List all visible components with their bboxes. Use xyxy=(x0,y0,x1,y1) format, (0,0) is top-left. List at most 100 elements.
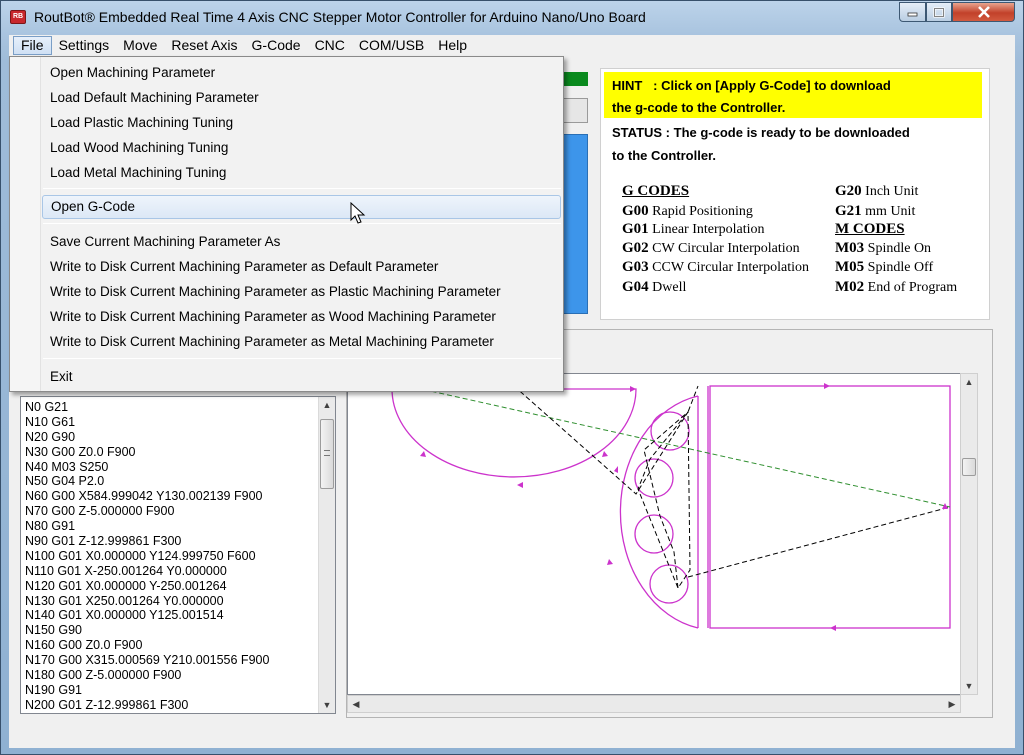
gcode-line[interactable]: N0 G21 xyxy=(25,400,269,415)
gcode-line[interactable]: N60 G00 X584.999042 Y130.002139 F900 xyxy=(25,489,269,504)
menu-settings[interactable]: Settings xyxy=(52,36,117,55)
scroll-thumb[interactable] xyxy=(320,419,334,489)
direction-arrow xyxy=(614,466,618,473)
gcode-line[interactable]: N50 G04 P2.0 xyxy=(25,474,269,489)
control-button[interactable] xyxy=(561,98,588,123)
gcode-line[interactable]: N110 G01 X-250.001264 Y0.000000 xyxy=(25,564,269,579)
app-window: RB RoutBot® Embedded Real Time 4 Axis CN… xyxy=(0,0,1024,755)
gcode-listing[interactable]: N0 G21 N10 G61 N20 G90 N30 G00 Z0.0 F900 N40… xyxy=(20,396,336,714)
maximize-icon xyxy=(933,6,945,18)
menu-item-exit[interactable]: Exit xyxy=(50,365,73,389)
gcode-line[interactable]: N140 G01 X0.000000 Y125.001514 xyxy=(25,608,269,623)
menu-icon-gutter xyxy=(10,57,41,391)
status-line-2: to the Controller. xyxy=(612,148,716,163)
close-button[interactable] xyxy=(952,2,1015,22)
direction-arrow xyxy=(420,451,426,457)
minimize-icon xyxy=(907,12,917,17)
menu-help[interactable]: Help xyxy=(431,36,474,55)
code-entry: G21 mm Unit xyxy=(835,203,916,219)
hint-line-2: the g-code to the Controller. xyxy=(612,100,786,115)
g-codes-header: G CODES xyxy=(622,183,690,199)
gcode-line[interactable]: N150 G90 xyxy=(25,623,269,638)
menu-move[interactable]: Move xyxy=(116,36,164,55)
gcode-line[interactable]: N130 G01 X250.001264 Y0.000000 xyxy=(25,594,269,609)
travel-path xyxy=(687,506,951,578)
code-entry: M05 Spindle Off xyxy=(835,259,934,275)
menu-item-open-machining-parameter[interactable]: Open Machining Parameter xyxy=(50,61,215,85)
gcode-line[interactable]: N120 G01 X0.000000 Y-250.001264 xyxy=(25,579,269,594)
code-entry: G00 Rapid Positioning xyxy=(622,203,753,219)
menu-item-load-wood-tuning[interactable]: Load Wood Machining Tuning xyxy=(50,136,228,160)
control-panel xyxy=(561,134,588,314)
gcode-line[interactable]: N80 G91 xyxy=(25,519,269,534)
gcode-line[interactable]: N200 G01 Z-12.999861 F300 xyxy=(25,698,269,713)
preview-vertical-scrollbar[interactable]: ▲ ▼ xyxy=(960,373,978,695)
preview-horizontal-scrollbar[interactable]: ◀ ▶ xyxy=(347,695,961,713)
rapid-move-path xyxy=(407,385,951,508)
gcode-scrollbar[interactable]: ▲ ▼ xyxy=(318,397,335,713)
status-line-1: STATUS : The g-code is ready to be downl… xyxy=(612,125,910,140)
menu-item-load-default-parameter[interactable]: Load Default Machining Parameter xyxy=(50,86,259,110)
scroll-thumb[interactable] xyxy=(962,458,976,476)
toolpath-drawing xyxy=(391,383,951,631)
m-codes-header: M CODES xyxy=(835,221,905,237)
gcode-line[interactable]: N180 G00 Z-5.000000 F900 xyxy=(25,668,269,683)
gcode-line[interactable]: N70 G00 Z-5.000000 F900 xyxy=(25,504,269,519)
scroll-up-arrow-icon[interactable]: ▲ xyxy=(319,397,335,413)
menu-item-write-plastic-parameter[interactable]: Write to Disk Current Machining Paramete… xyxy=(50,280,501,304)
hole-toolpath xyxy=(634,514,674,554)
window-title: RoutBot® Embedded Real Time 4 Axis CNC S… xyxy=(34,9,646,25)
menu-item-open-g-code[interactable]: Open G-Code xyxy=(42,195,561,219)
menu-item-save-parameter-as[interactable]: Save Current Machining Parameter As xyxy=(50,230,280,254)
square-toolpath xyxy=(709,385,951,629)
direction-arrow xyxy=(607,559,613,565)
direction-arrow xyxy=(630,386,636,392)
menu-com-usb[interactable]: COM/USB xyxy=(352,36,431,55)
gcode-line[interactable]: N190 G91 xyxy=(25,683,269,698)
menu-item-load-metal-tuning[interactable]: Load Metal Machining Tuning xyxy=(50,161,226,185)
status-text: STATUS : The g-code is ready to be downl… xyxy=(612,121,982,167)
menu-file[interactable]: File xyxy=(13,36,52,55)
half-circle-toolpath xyxy=(391,388,637,478)
gcode-line[interactable]: N90 G01 Z-12.999861 F300 xyxy=(25,534,269,549)
menu-reset-axis[interactable]: Reset Axis xyxy=(164,36,244,55)
hint-banner: HINT : Click on [Apply G-Code] to downlo… xyxy=(604,72,982,118)
menu-item-write-wood-parameter[interactable]: Write to Disk Current Machining Paramete… xyxy=(50,305,496,329)
scroll-down-arrow-icon[interactable]: ▼ xyxy=(319,697,335,713)
hint-line-1: HINT : Click on [Apply G-Code] to downlo… xyxy=(612,78,891,93)
menu-separator xyxy=(43,188,561,189)
gcode-line[interactable]: N160 G00 Z0.0 F900 xyxy=(25,638,269,653)
gcode-line[interactable]: N10 G61 xyxy=(25,415,269,430)
menu-separator xyxy=(43,358,561,359)
title-bar[interactable]: RB RoutBot® Embedded Real Time 4 Axis CN… xyxy=(1,1,1023,34)
direction-arrow xyxy=(830,625,836,631)
code-entry: G03 CCW Circular Interpolation xyxy=(622,259,809,275)
code-entry: G04 Dwell xyxy=(622,279,687,295)
scroll-left-arrow-icon[interactable]: ◀ xyxy=(348,696,364,712)
scroll-right-arrow-icon[interactable]: ▶ xyxy=(944,696,960,712)
gcode-line[interactable]: N100 G01 X0.000000 Y124.999750 F600 xyxy=(25,549,269,564)
gcode-line[interactable]: N170 G00 X315.000569 Y210.001556 F900 xyxy=(25,653,269,668)
code-entry: M03 Spindle On xyxy=(835,240,932,256)
toolpath-preview[interactable] xyxy=(347,373,961,695)
minimize-button[interactable] xyxy=(899,2,926,22)
menu-item-load-plastic-tuning[interactable]: Load Plastic Machining Tuning xyxy=(50,111,233,135)
menu-g-code[interactable]: G-Code xyxy=(245,36,308,55)
scroll-up-arrow-icon[interactable]: ▲ xyxy=(961,374,977,390)
app-logo-icon[interactable]: RB xyxy=(10,10,26,24)
direction-arrow xyxy=(517,482,523,488)
menu-item-write-metal-parameter[interactable]: Write to Disk Current Machining Paramete… xyxy=(50,330,494,354)
scroll-down-arrow-icon[interactable]: ▼ xyxy=(961,678,977,694)
menu-item-write-default-parameter[interactable]: Write to Disk Current Machining Paramete… xyxy=(50,255,438,279)
menu-cnc[interactable]: CNC xyxy=(308,36,352,55)
code-entry: G01 Linear Interpolation xyxy=(622,221,765,237)
gcode-line[interactable]: N30 G00 Z0.0 F900 xyxy=(25,445,269,460)
hole-toolpath xyxy=(649,564,689,604)
gcode-line[interactable]: N40 M03 S250 xyxy=(25,460,269,475)
gcode-lines: N0 G21 N10 G61 N20 G90 N30 G00 Z0.0 F900 N40… xyxy=(25,400,269,713)
maximize-button[interactable] xyxy=(926,2,952,22)
file-menu-dropdown: Open Machining Parameter Load Default Ma… xyxy=(9,56,564,392)
gcode-line[interactable]: N20 G90 xyxy=(25,430,269,445)
close-icon xyxy=(977,6,990,18)
connection-status-indicator xyxy=(561,72,588,86)
